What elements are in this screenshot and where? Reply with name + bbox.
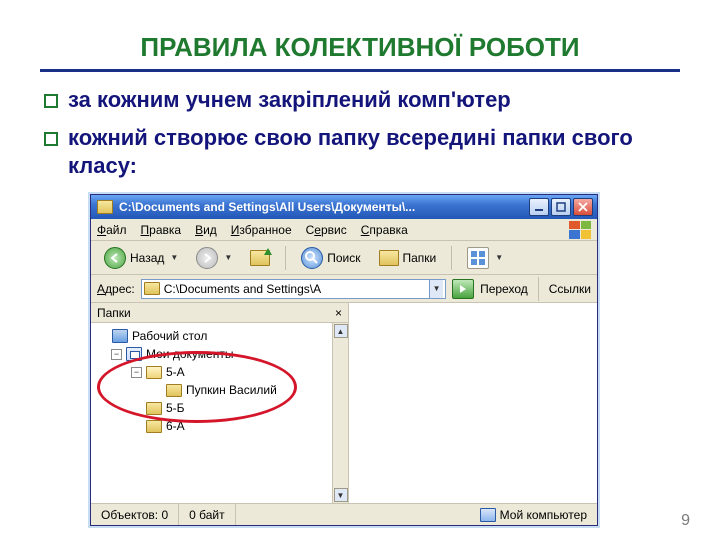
status-bar: Объектов: 0 0 байт Мой компьютер [91,503,597,525]
folder-tree: Рабочий стол − Мои документы − 5-А [91,323,348,439]
chevron-down-icon: ▼ [495,253,503,262]
status-location-label: Мой компьютер [500,508,587,522]
chevron-down-icon: ▼ [224,253,232,262]
menu-edit[interactable]: Правка [141,223,182,237]
folder-icon [144,282,160,295]
folder-icon [146,420,162,433]
go-button[interactable] [452,279,474,299]
folder-open-icon [146,366,162,379]
window-title: C:\Documents and Settings\All Users\Доку… [119,200,523,214]
tree-scrollbar[interactable]: ▲ ▼ [332,323,348,503]
minimize-button[interactable] [529,198,549,216]
collapse-icon[interactable]: − [111,349,122,360]
folder-icon [166,384,182,397]
menu-favorites[interactable]: Избранное [231,223,292,237]
bullet-item: за кожним учнем закріплений комп'ютер [40,86,680,114]
close-pane-icon[interactable]: × [335,306,342,320]
views-button[interactable]: ▼ [460,245,510,271]
tree-row-desktop[interactable]: Рабочий стол [97,327,344,345]
status-size: 0 байт [179,504,235,525]
tree-row-6a[interactable]: 6-А [97,417,344,435]
windows-logo-icon [569,221,591,239]
address-value: C:\Documents and Settings\A [164,282,425,296]
explorer-window: C:\Documents and Settings\All Users\Доку… [90,194,598,526]
page-number: 9 [681,512,690,530]
menu-file-label: айл [106,223,126,237]
tree-label: 5-А [166,363,185,381]
tree-label: 6-А [166,417,185,435]
menu-edit-label: равка [149,223,181,237]
tree-row-pupkin[interactable]: Пупкин Василий [97,381,344,399]
bullet-list: за кожним учнем закріплений комп'ютер ко… [40,86,680,180]
menu-bar: Файл Правка Вид Избранное Сервис Справка [91,219,597,241]
documents-icon [126,347,142,361]
links-label[interactable]: Ссылки [549,282,591,296]
folders-pane: Папки × Рабочий стол − Мои документ [91,303,349,503]
tree-row-5b[interactable]: 5-Б [97,399,344,417]
toolbar-separator [451,246,452,270]
tree-label: Пупкин Василий [186,381,277,399]
address-label: Адрес: [97,282,135,296]
my-computer-icon [480,508,496,522]
folders-pane-header: Папки × [91,303,348,323]
menu-help-label: правка [369,223,407,237]
scroll-up-icon[interactable]: ▲ [334,324,348,338]
explorer-body: Папки × Рабочий стол − Мои документ [91,303,597,503]
desktop-icon [112,329,128,343]
chevron-down-icon: ▼ [170,253,178,262]
menu-tools[interactable]: Сервис [306,223,347,237]
bullet-item: кожний створює свою папку всередині папк… [40,124,680,180]
address-bar: Адрес: C:\Documents and Settings\A ▼ Пер… [91,275,597,303]
title-divider [40,69,680,72]
tree-label: Мои документы [146,345,233,363]
tree-row-mydocs[interactable]: − Мои документы [97,345,344,363]
folders-label: Папки [403,251,437,265]
tree-label: Рабочий стол [132,327,207,345]
folder-icon [379,250,399,266]
slide-title: ПРАВИЛА КОЛЕКТИВНОЇ РОБОТИ [40,32,680,63]
menu-view-label: ид [203,223,217,237]
up-button[interactable] [243,245,277,271]
toolbar: Назад ▼ ▼ Поиск Папки [91,241,597,275]
search-icon [301,247,323,269]
folders-pane-title: Папки [97,306,131,320]
back-icon [104,247,126,269]
forward-button[interactable]: ▼ [189,245,239,271]
tree-label: 5-Б [166,399,185,417]
back-button[interactable]: Назад ▼ [97,245,185,271]
go-label: Переход [480,282,528,296]
back-label: Назад [130,251,164,265]
close-button[interactable] [573,198,593,216]
menu-view[interactable]: Вид [195,223,217,237]
address-input[interactable]: C:\Documents and Settings\A ▼ [141,279,446,299]
folder-icon [146,402,162,415]
views-icon [467,247,489,269]
menu-fav-label: збранное [239,223,291,237]
search-label: Поиск [327,251,360,265]
search-button[interactable]: Поиск [294,245,367,271]
maximize-button[interactable] [551,198,571,216]
scroll-down-icon[interactable]: ▼ [334,488,348,502]
folders-button[interactable]: Папки [372,245,444,271]
content-pane[interactable] [349,303,597,503]
tree-row-5a[interactable]: − 5-А [97,363,344,381]
toolbar-separator [285,246,286,270]
collapse-icon[interactable]: − [131,367,142,378]
address-dropdown-button[interactable]: ▼ [429,280,443,298]
toolbar-separator [538,277,539,301]
status-location: Мой компьютер [470,504,597,525]
menu-tools-label: рвис [321,223,347,237]
forward-icon [196,247,218,269]
window-titlebar[interactable]: C:\Documents and Settings\All Users\Доку… [91,195,597,219]
folder-up-icon [250,250,270,266]
menu-file[interactable]: Файл [97,223,127,237]
folder-icon [97,200,113,214]
status-objects: Объектов: 0 [91,504,179,525]
menu-help[interactable]: Справка [361,223,408,237]
